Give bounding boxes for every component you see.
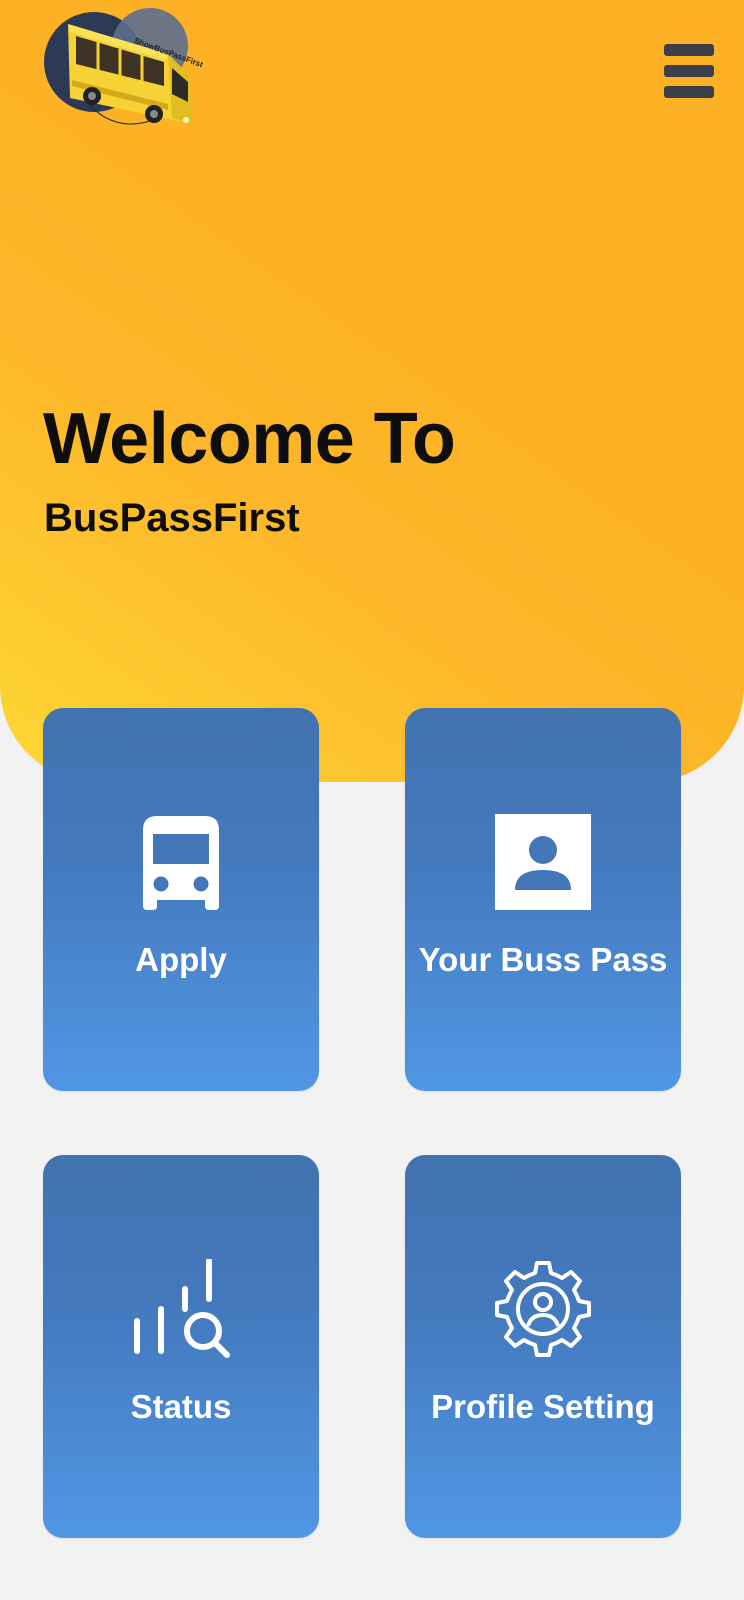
hero-banner: ShowBusPassFirst Welcome To BusPassFirst <box>0 0 744 782</box>
welcome-title: Welcome To <box>43 399 456 479</box>
menu-bar-bottom <box>664 86 714 98</box>
status-tile[interactable]: Status <box>43 1155 319 1538</box>
profile-setting-tile[interactable]: Profile Setting <box>405 1155 681 1538</box>
hamburger-menu-icon[interactable] <box>664 44 714 98</box>
app-logo: ShowBusPassFirst <box>40 6 204 134</box>
your-bus-pass-label: Your Buss Pass <box>418 941 668 978</box>
menu-bar-top <box>664 44 714 56</box>
apply-tile[interactable]: Apply <box>43 708 319 1091</box>
apply-label: Apply <box>135 941 227 978</box>
welcome-subtitle: BusPassFirst <box>44 496 300 540</box>
bus-logo-icon <box>44 8 192 125</box>
status-label: Status <box>130 1388 232 1425</box>
bus-icon <box>43 812 319 912</box>
user-card-icon <box>405 812 681 912</box>
profile-setting-label: Profile Setting <box>431 1388 655 1425</box>
user-gear-icon <box>405 1259 681 1359</box>
your-bus-pass-tile[interactable]: Your Buss Pass <box>405 708 681 1091</box>
status-chart-search-icon <box>43 1259 319 1359</box>
menu-bar-middle <box>664 65 714 77</box>
